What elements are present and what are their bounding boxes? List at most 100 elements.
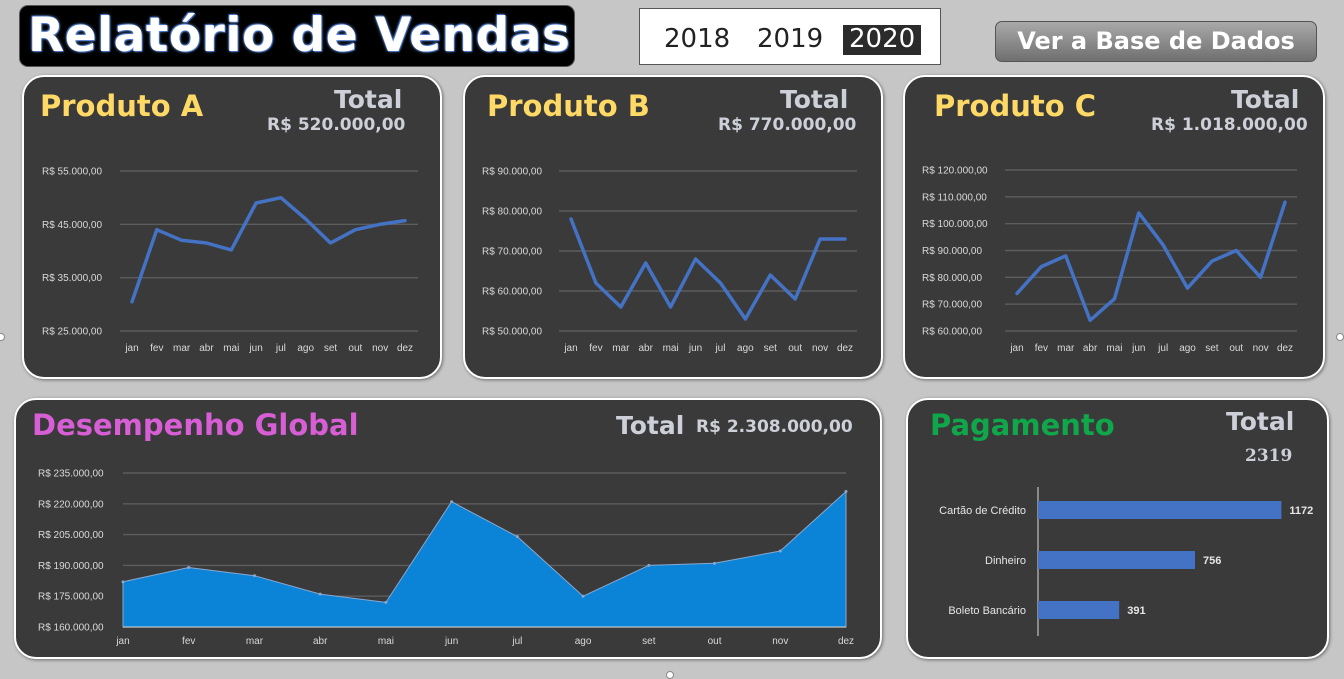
pagamento-total-label: Total xyxy=(1226,407,1295,436)
data-point xyxy=(1283,200,1287,204)
x-tick-label: jun xyxy=(444,636,458,647)
data-point xyxy=(155,228,159,232)
data-point xyxy=(180,238,184,242)
data-point xyxy=(130,300,134,304)
x-tick-label: nov xyxy=(812,343,828,354)
produto-a-card: Produto A Total R$ 520.000,00 R$ 25.000,… xyxy=(22,75,442,379)
x-tick-label: set xyxy=(642,636,656,647)
x-tick-label: fev xyxy=(150,343,163,354)
data-point xyxy=(713,561,717,565)
y-tick-label: R$ 235.000,00 xyxy=(38,469,104,480)
data-point xyxy=(318,592,322,596)
pagamento-title: Pagamento xyxy=(930,408,1115,442)
y-tick-label: R$ 120.000,00 xyxy=(922,166,988,177)
produto-b-total-value: R$ 770.000,00 xyxy=(718,115,857,135)
desempenho-global-card: Desempenho Global Total R$ 2.308.000,00 … xyxy=(14,398,882,659)
pagamento-chart: Cartão de Crédito 1172 Dinheiro 756 Boleto B… xyxy=(939,487,1313,636)
y-tick-label: R$ 90.000,00 xyxy=(482,167,542,178)
year-2019-button[interactable]: 2019 xyxy=(751,25,829,55)
data-point xyxy=(718,281,722,285)
produto-c-total-value: R$ 1.018.000,00 xyxy=(1151,115,1308,135)
data-point xyxy=(569,217,573,221)
y-tick-label: R$ 50.000,00 xyxy=(482,327,542,338)
x-tick-label: jun xyxy=(688,343,702,354)
x-tick-label: out xyxy=(708,636,722,647)
x-tick-label: out xyxy=(788,343,802,354)
data-point xyxy=(1137,211,1141,215)
data-point xyxy=(768,273,772,277)
x-tick-label: nov xyxy=(1253,343,1269,354)
produto-c-card: Produto C Total R$ 1.018.000,00 R$ 60.00… xyxy=(903,75,1325,379)
produto-a-total-label: Total xyxy=(334,85,403,114)
y-tick-label: R$ 90.000,00 xyxy=(922,246,982,257)
data-point xyxy=(694,257,698,261)
x-tick-label: jun xyxy=(1131,343,1145,354)
x-tick-label: abr xyxy=(199,343,214,354)
category-label: Cartão de Crédito xyxy=(939,505,1026,517)
global-total-value: R$ 2.308.000,00 xyxy=(696,417,853,437)
view-database-button[interactable]: Ver a Base de Dados xyxy=(995,21,1317,62)
produto-b-card: Produto B Total R$ 770.000,00 R$ 50.000,… xyxy=(463,75,883,379)
data-point xyxy=(204,241,208,245)
y-tick-label: R$ 55.000,00 xyxy=(42,167,102,178)
data-point xyxy=(403,219,407,223)
produto-a-chart: R$ 25.000,00 R$ 35.000,00 R$ 45.000,00 R$ 5… xyxy=(42,167,418,354)
x-tick-label: jan xyxy=(124,343,138,354)
payment-bar xyxy=(1038,601,1120,619)
y-tick-label: R$ 35.000,00 xyxy=(42,273,102,284)
x-tick-label: mar xyxy=(173,343,191,354)
data-point xyxy=(187,565,191,569)
data-point xyxy=(1186,286,1190,290)
x-tick-label: set xyxy=(1205,343,1219,354)
data-point xyxy=(353,228,357,232)
desempenho-global-chart: R$ 160.000,00 R$ 175.000,00 R$ 190.000,00 R… xyxy=(38,469,854,648)
bar-value-label: 1172 xyxy=(1289,505,1313,517)
y-tick-label: R$ 45.000,00 xyxy=(42,220,102,231)
y-tick-label: R$ 220.000,00 xyxy=(38,499,104,510)
data-point xyxy=(450,500,454,504)
x-tick-label: mar xyxy=(1057,343,1075,354)
x-tick-label: out xyxy=(348,343,362,354)
x-tick-label: mai xyxy=(1106,343,1122,354)
x-tick-label: dez xyxy=(1277,343,1293,354)
data-point xyxy=(644,261,648,265)
produto-a-total-value: R$ 520.000,00 xyxy=(267,115,406,135)
produto-b-chart: R$ 50.000,00 R$ 60.000,00 R$ 70.000,00 R$ 8… xyxy=(482,167,857,354)
data-point xyxy=(1234,249,1238,252)
x-tick-label: dez xyxy=(837,343,853,354)
category-label: Dinheiro xyxy=(985,555,1026,567)
y-tick-label: R$ 205.000,00 xyxy=(38,530,104,541)
data-point xyxy=(121,580,125,584)
x-tick-label: out xyxy=(1229,343,1243,354)
x-tick-label: jan xyxy=(1009,343,1023,354)
data-point xyxy=(844,489,848,493)
x-tick-label: mar xyxy=(612,343,630,354)
x-tick-label: set xyxy=(764,343,778,354)
resize-handle-left[interactable] xyxy=(0,333,5,341)
data-point xyxy=(279,196,283,200)
x-tick-label: jun xyxy=(248,343,262,354)
x-tick-label: nov xyxy=(772,636,788,647)
data-point xyxy=(581,594,585,598)
x-tick-label: ago xyxy=(575,636,592,647)
data-point xyxy=(254,201,258,205)
x-tick-label: set xyxy=(324,343,338,354)
produto-c-total-label: Total xyxy=(1231,85,1300,114)
year-2018-button[interactable]: 2018 xyxy=(658,25,736,55)
series-line xyxy=(1015,200,1287,323)
x-tick-label: jul xyxy=(511,636,522,647)
resize-handle-right[interactable] xyxy=(1336,333,1344,341)
data-point xyxy=(843,237,847,241)
year-slicer[interactable]: 2018 2019 2020 xyxy=(639,8,941,65)
x-tick-label: abr xyxy=(1083,343,1098,354)
data-point xyxy=(818,237,822,241)
data-point xyxy=(743,317,747,321)
data-point xyxy=(669,305,673,309)
x-tick-label: mai xyxy=(223,343,239,354)
bar-value-label: 391 xyxy=(1127,605,1145,617)
y-tick-label: R$ 60.000,00 xyxy=(482,287,542,298)
data-point xyxy=(329,241,333,245)
data-point xyxy=(1259,275,1263,279)
data-point xyxy=(619,305,623,309)
year-2020-button[interactable]: 2020 xyxy=(843,25,922,55)
